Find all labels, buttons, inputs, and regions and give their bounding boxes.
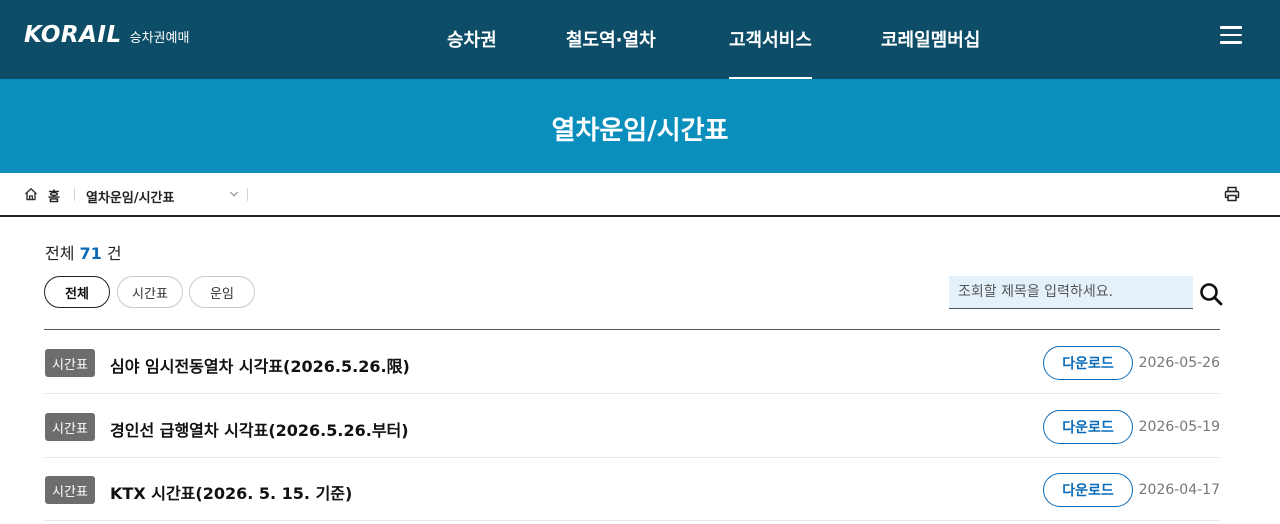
item-date: 2026-04-17: [1138, 482, 1220, 498]
chevron-down-icon[interactable]: [229, 189, 239, 199]
category-badge: 시간표: [45, 349, 95, 377]
total-prefix: 전체: [45, 244, 75, 263]
list-item: 시간표 심야 임시전동열차 시각표(2026.5.26.限) 다운로드 2026…: [44, 330, 1220, 394]
nav-station-train[interactable]: 철도역·열차: [566, 26, 656, 52]
top-header: KORAIL 승차권예매 승차권 철도역·열차 고객서비스 코레일멤버십: [0, 0, 1280, 79]
breadcrumb-divider: [247, 188, 248, 201]
filter-timetable-button[interactable]: 시간표: [117, 276, 183, 308]
list-item: 시간표 KTX 시간표(2026. 5. 15. 기준) 다운로드 2026-0…: [44, 457, 1220, 521]
search-icon[interactable]: [1199, 282, 1223, 306]
item-title[interactable]: 심야 임시전동열차 시각표(2026.5.26.限): [110, 353, 410, 377]
page-title: 열차운임/시간표: [551, 116, 729, 146]
total-number: 71: [79, 244, 102, 263]
breadcrumb-divider: [74, 188, 75, 201]
category-badge: 시간표: [45, 413, 95, 441]
print-icon[interactable]: [1224, 186, 1240, 202]
list-item: 시간표 경인선 급행열차 시각표(2026.5.26.부터) 다운로드 2026…: [44, 394, 1220, 458]
search-input[interactable]: [949, 276, 1193, 309]
home-icon[interactable]: [24, 187, 38, 201]
item-date: 2026-05-19: [1138, 419, 1220, 435]
menu-icon[interactable]: [1220, 26, 1242, 44]
filter-fare-button[interactable]: 운임: [189, 276, 255, 308]
main-nav: 승차권 철도역·열차 고객서비스 코레일멤버십: [0, 0, 1280, 79]
total-count: 전체 71 건: [45, 240, 122, 264]
total-suffix: 건: [106, 244, 122, 263]
category-badge: 시간표: [45, 476, 95, 504]
breadcrumb-home[interactable]: 홈: [48, 186, 60, 205]
filter-all-button[interactable]: 전체: [44, 276, 110, 308]
page-banner: 열차운임/시간표: [0, 79, 1280, 173]
breadcrumb-current[interactable]: 열차운임/시간표: [86, 187, 174, 206]
nav-customer-service[interactable]: 고객서비스: [729, 26, 812, 79]
item-date: 2026-05-26: [1138, 355, 1220, 371]
nav-ticket[interactable]: 승차권: [447, 26, 497, 52]
item-title[interactable]: 경인선 급행열차 시각표(2026.5.26.부터): [110, 417, 409, 441]
breadcrumb: 홈 열차운임/시간표: [0, 173, 1280, 217]
download-button[interactable]: 다운로드: [1043, 410, 1133, 444]
download-button[interactable]: 다운로드: [1043, 346, 1133, 380]
download-button[interactable]: 다운로드: [1043, 473, 1133, 507]
nav-membership[interactable]: 코레일멤버십: [881, 26, 980, 52]
item-title[interactable]: KTX 시간표(2026. 5. 15. 기준): [110, 480, 352, 504]
